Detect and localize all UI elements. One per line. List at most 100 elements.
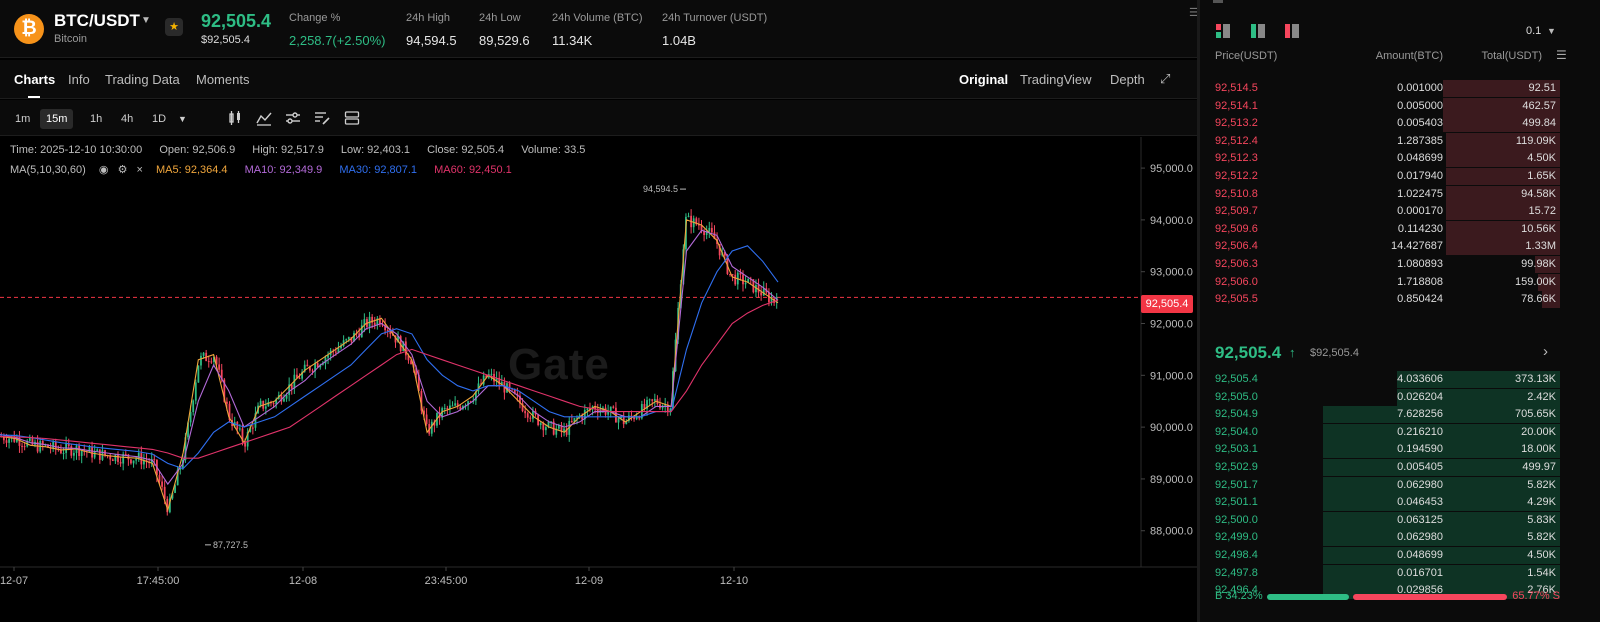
ask-total: 1.65K <box>1527 170 1556 182</box>
view-depth[interactable]: Depth <box>1110 72 1145 87</box>
timeframe-caret-icon[interactable]: ▼ <box>172 109 193 129</box>
candle-body <box>93 451 96 458</box>
ask-row[interactable]: 92,505.5 0.850424 78.66K <box>1200 291 1600 309</box>
ask-row[interactable]: 92,509.6 0.114230 10.56K <box>1200 220 1600 238</box>
candle-body <box>272 403 275 405</box>
stat-label: 24h Low <box>479 12 521 24</box>
bid-price: 92,500.0 <box>1215 513 1258 526</box>
stat-value: 11.34K <box>552 33 593 48</box>
candle-body <box>207 361 210 363</box>
ask-row[interactable]: 92,506.3 1.080893 99.98K <box>1200 256 1600 273</box>
ask-row[interactable]: 92,510.8 1.022475 94.58K <box>1200 185 1600 203</box>
tab-charts[interactable]: Charts <box>14 72 55 87</box>
ask-row[interactable]: 92,506.4 14.427687 1.33M <box>1200 238 1600 256</box>
candle-body <box>226 401 228 404</box>
ask-row[interactable]: 92,513.2 0.005403 499.84 <box>1200 115 1600 133</box>
candle-body <box>425 414 428 425</box>
ask-row[interactable]: 92,512.3 0.048699 4.50K <box>1200 150 1600 168</box>
bid-row[interactable]: 92,501.7 0.062980 5.82K <box>1200 476 1600 494</box>
ask-price: 92,506.4 <box>1215 240 1258 253</box>
bid-row[interactable]: 92,505.4 4.033606 373.13K <box>1200 371 1600 388</box>
draw-icon[interactable] <box>314 110 330 126</box>
chart-canvas[interactable]: 95,000.0 94,000.0 93,000.0 92,000.0 91,000.0… <box>0 137 1197 622</box>
ask-price: 92,509.7 <box>1215 205 1258 218</box>
bid-row[interactable]: 92,497.8 0.016701 1.54K <box>1200 564 1600 582</box>
bid-row[interactable]: 92,500.0 0.063125 5.83K <box>1200 511 1600 529</box>
bid-row[interactable]: 92,503.1 0.194590 18.00K <box>1200 441 1600 459</box>
y-tick-label: 95,000.0 <box>1150 163 1193 175</box>
candle-body <box>653 398 656 401</box>
settings-icon[interactable]: ⚙ <box>118 164 128 176</box>
more-menu-icon[interactable]: ☰ <box>1189 6 1199 19</box>
bid-price: 92,497.8 <box>1215 566 1258 579</box>
bid-amount: 0.062980 <box>1397 531 1443 544</box>
bid-row[interactable]: 92,501.1 0.046453 4.29K <box>1200 494 1600 512</box>
view-both-icon[interactable] <box>1216 24 1230 38</box>
ask-amount: 0.005403 <box>1397 117 1443 130</box>
layout-icon[interactable] <box>344 110 360 126</box>
candle-body <box>218 364 221 370</box>
timeframe-1d[interactable]: 1D <box>146 109 172 129</box>
candle-body <box>111 459 114 462</box>
indicator-icon[interactable] <box>256 110 272 126</box>
chevron-right-icon[interactable]: › <box>1543 343 1548 360</box>
timeframe-4h[interactable]: 4h <box>115 109 139 129</box>
bid-amount: 0.016701 <box>1397 566 1443 579</box>
ma5-value: MA5: 92,364.4 <box>156 164 228 176</box>
timeframe-1m[interactable]: 1m <box>9 109 36 129</box>
bid-row[interactable]: 92,502.9 0.005405 499.97 <box>1200 459 1600 476</box>
candle-body <box>62 452 65 454</box>
tab-moments[interactable]: Moments <box>196 72 249 87</box>
ask-row[interactable]: 92,514.1 0.005000 462.57 <box>1200 97 1600 115</box>
bid-row[interactable]: 92,504.0 0.216210 20.00K <box>1200 423 1600 441</box>
bid-row[interactable]: 92,505.0 0.026204 2.42K <box>1200 388 1600 406</box>
view-bids-icon[interactable] <box>1251 24 1265 38</box>
bid-total: 20.00K <box>1521 425 1556 438</box>
view-original[interactable]: Original <box>959 72 1008 87</box>
settings-sliders-icon[interactable] <box>285 110 301 126</box>
tab-info[interactable]: Info <box>68 72 90 87</box>
eye-icon[interactable]: ◉ <box>99 164 109 176</box>
view-asks-icon[interactable] <box>1285 24 1299 38</box>
close-icon[interactable]: × <box>137 164 143 176</box>
tick-size-select[interactable]: 0.1 <box>1526 25 1541 37</box>
stat-label: 24h Volume (BTC) <box>552 12 643 24</box>
tab-trading-data[interactable]: Trading Data <box>105 72 180 87</box>
chevron-down-icon[interactable]: ▼ <box>141 15 151 26</box>
col-price: Price(USDT) <box>1215 50 1278 62</box>
ask-row[interactable]: 92,512.4 1.287385 119.09K <box>1200 132 1600 150</box>
bid-row[interactable]: 92,504.9 7.628256 705.65K <box>1200 406 1600 424</box>
candlestick-chart[interactable]: Gate 95,000.0 94,000.0 93,000.0 92,000.0 91,… <box>0 137 1197 622</box>
timeframe-15m[interactable]: 15m <box>40 109 74 129</box>
bid-row[interactable]: 92,498.4 0.048699 4.50K <box>1200 547 1600 564</box>
ask-row[interactable]: 92,506.0 1.718808 159.00K <box>1200 273 1600 291</box>
ask-price: 92,514.1 <box>1215 99 1258 112</box>
x-tick-label: 23:45:00 <box>425 575 468 587</box>
bid-total: 705.65K <box>1515 408 1556 421</box>
ask-row[interactable]: 92,514.5 0.001000 92.51 <box>1200 80 1600 97</box>
pair-selector[interactable]: BTC/USDT <box>54 11 140 31</box>
ask-row[interactable]: 92,509.7 0.000170 15.72 <box>1200 203 1600 221</box>
candle-body <box>651 399 654 401</box>
candle-body <box>345 339 348 341</box>
favorite-star-icon[interactable]: ★ <box>165 18 183 36</box>
column-menu-icon[interactable]: ☰ <box>1556 48 1567 62</box>
candle-body <box>760 292 763 296</box>
candle-body <box>194 382 197 401</box>
candle-body <box>54 441 57 449</box>
ask-row[interactable]: 92,512.2 0.017940 1.65K <box>1200 168 1600 185</box>
timeframe-1h[interactable]: 1h <box>84 109 108 129</box>
candle-body <box>197 365 200 383</box>
bitcoin-logo-icon: ₿ <box>14 14 44 44</box>
bid-amount: 0.194590 <box>1397 443 1443 456</box>
candlestick-icon[interactable] <box>227 110 243 126</box>
chevron-down-icon[interactable]: ▼ <box>1547 26 1556 36</box>
candle-body <box>119 461 122 464</box>
stat-value: 2,258.7(+2.50%) <box>289 33 386 48</box>
candle-body <box>526 413 529 418</box>
view-tradingview[interactable]: TradingView <box>1020 72 1092 87</box>
bid-row[interactable]: 92,499.0 0.062980 5.82K <box>1200 529 1600 547</box>
expand-icon[interactable]: ⤢ <box>1160 71 1170 87</box>
x-tick-label: 17:45:00 <box>137 575 180 587</box>
ask-total: 499.84 <box>1522 117 1556 130</box>
